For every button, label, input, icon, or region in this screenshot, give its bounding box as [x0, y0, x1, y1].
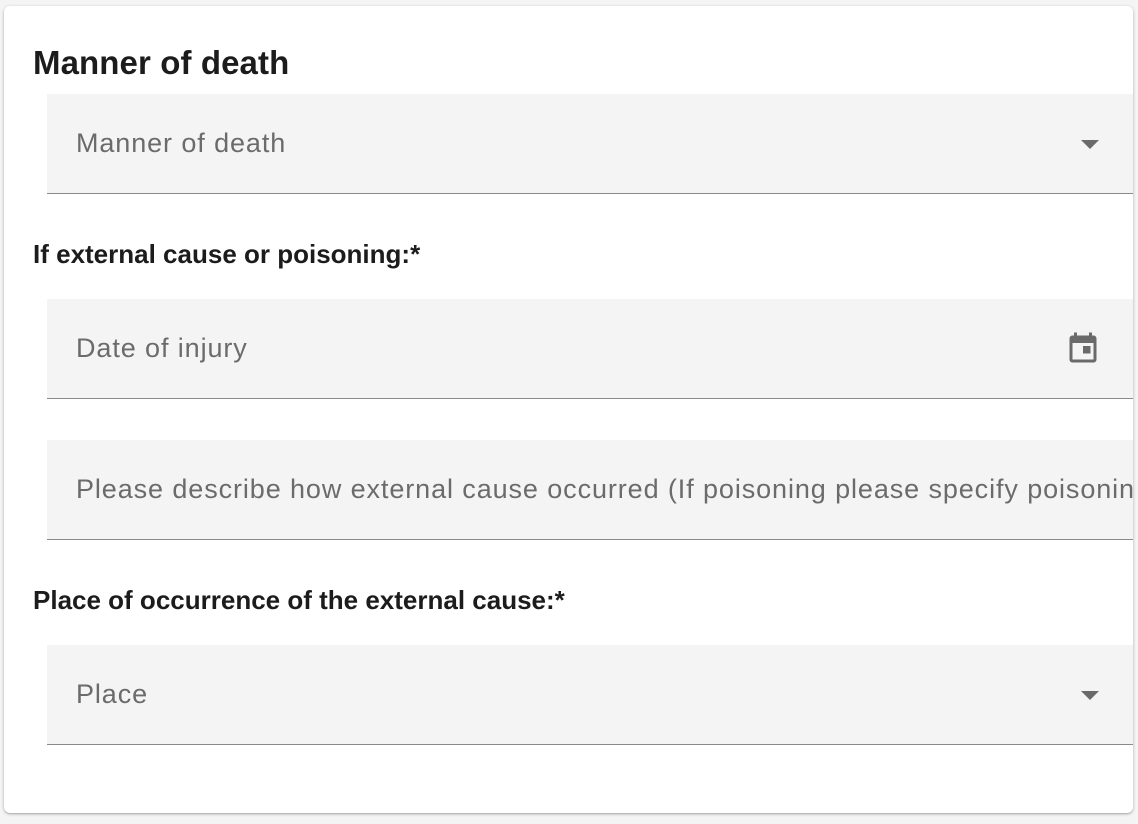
place-label: Place	[76, 679, 149, 709]
place-select[interactable]: Place	[47, 645, 1133, 745]
section-title: Manner of death	[33, 44, 290, 81]
date-of-injury-label: Date of injury	[76, 333, 248, 363]
place-heading: Place of occurrence of the external caus…	[33, 585, 565, 615]
chevron-down-icon	[1081, 140, 1099, 149]
external-cause-heading: If external cause or poisoning:*	[33, 239, 421, 269]
date-of-injury-field[interactable]: Date of injury	[47, 299, 1133, 399]
external-cause-description-field[interactable]: Please describe how external cause occur…	[47, 440, 1133, 540]
external-cause-description-label: Please describe how external cause occur…	[76, 474, 1133, 504]
manner-of-death-select[interactable]: Manner of death	[47, 94, 1133, 194]
manner-of-death-label: Manner of death	[76, 128, 287, 158]
manner-of-death-card: Manner of death Manner of death If exter…	[4, 6, 1133, 813]
chevron-down-icon	[1081, 691, 1099, 700]
calendar-icon[interactable]	[1065, 331, 1101, 367]
